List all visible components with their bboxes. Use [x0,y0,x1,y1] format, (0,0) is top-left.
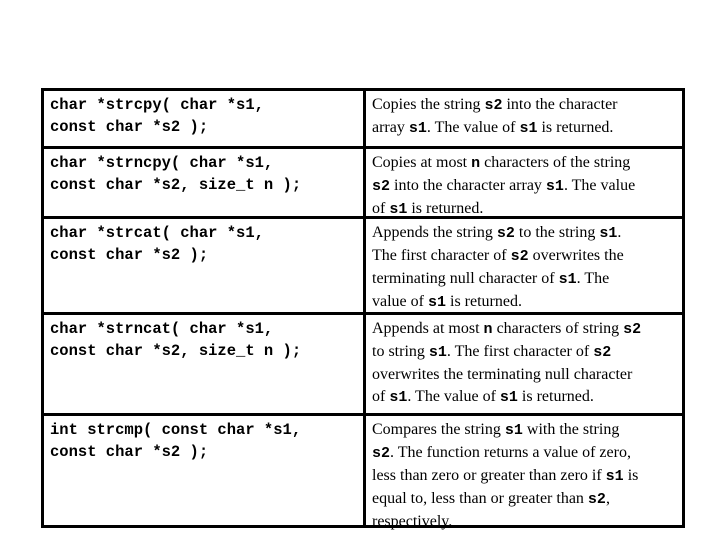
function-description: Appends the string s2 to the string s1. T… [363,219,682,312]
description-text: less than zero or greater than zero if [372,467,606,484]
description-line: array s1. The value of s1 is returned. [372,117,678,140]
description-text: Copies the string [372,96,485,113]
code-identifier: s1 [389,389,408,406]
description-text: . [617,224,622,241]
function-signature: int strcmp( const char *s1, const char *s… [50,421,302,461]
description-text: . The value of [426,119,520,136]
code-identifier: s1 [428,344,447,361]
description-line: value of s1 is returned. [372,291,678,314]
description-line: of s1. The value of s1 is returned. [372,386,678,409]
function-signature: char *strcat( char *s1, const char *s2 ); [50,224,264,264]
description-text: . The value [563,177,636,194]
description-text: respectively. [372,513,453,530]
table-row: char *strcpy( char *s1, const char *s2 );… [44,91,682,146]
code-identifier: s1 [545,178,564,195]
description-text: characters of string [492,320,624,337]
description-text: characters of the string [480,154,631,171]
function-signature: char *strncat( char *s1, const char *s2, … [50,320,302,360]
code-identifier: s1 [408,120,427,137]
function-description: Copies the string s2 into the character a… [363,91,682,146]
description-text: . The [576,270,610,287]
description-line: less than zero or greater than zero if s… [372,465,678,488]
code-identifier: s1 [504,422,523,439]
description-text: array [372,119,409,136]
description-text: of [372,200,390,217]
code-identifier: s2 [484,97,503,114]
code-identifier: s1 [605,468,624,485]
description-text: equal to, less than or greater than [372,490,588,507]
description-text: of [372,388,390,405]
function-signature: char *strcpy( char *s1, const char *s2 ); [50,96,264,136]
code-identifier: n [483,321,493,338]
description-text: is returned. [446,293,522,310]
description-text: . The value of [407,388,500,405]
description-text: terminating null character of [372,270,559,287]
code-identifier: s2 [587,491,606,508]
function-description: Compares the string s1 with the string s2… [363,416,682,530]
description-text: Copies at most [372,154,472,171]
table-row: char *strcat( char *s1, const char *s2 );… [44,216,682,312]
code-identifier: s1 [519,120,538,137]
description-text: into the character array [390,177,546,194]
code-identifier: s2 [372,178,391,195]
description-line: respectively. [372,511,678,533]
table-row: int strcmp( const char *s1, const char *s… [44,413,682,530]
description-text: overwrites the [528,247,624,264]
code-identifier: s2 [372,445,391,462]
description-text: to the string [514,224,600,241]
code-identifier: n [471,155,481,172]
description-text: is returned. [517,388,594,405]
code-identifier: s2 [510,248,529,265]
description-line: Copies at most n characters of the strin… [372,152,678,175]
description-line: The first character of s2 overwrites the [372,245,678,268]
function-description: Copies at most n characters of the strin… [363,149,682,218]
code-identifier: s1 [427,294,446,311]
description-text: is returned. [407,200,484,217]
code-identifier: s2 [623,321,642,338]
string-functions-table: char *strcpy( char *s1, const char *s2 );… [41,88,685,530]
function-description: Appends at most n characters of string s… [363,315,682,413]
description-line: s2 into the character array s1. The valu… [372,175,678,198]
description-line: to string s1. The first character of s2 [372,341,678,364]
description-text: Compares the string [372,421,505,438]
description-line: Appends the string s2 to the string s1. [372,222,678,245]
code-identifier: s1 [558,271,577,288]
description-line: Compares the string s1 with the string [372,419,678,442]
description-text: is returned. [537,119,614,136]
description-line: equal to, less than or greater than s2, [372,488,678,511]
description-text: is [623,467,639,484]
code-identifier: s2 [496,225,515,242]
description-text: to string [372,343,429,360]
description-line: s2. The function returns a value of zero… [372,442,678,465]
code-identifier: s2 [593,344,612,361]
description-text: with the string [522,421,620,438]
description-text: overwrites the terminating null characte… [372,366,633,383]
description-text: . The function returns a value of zero, [390,444,631,461]
description-line: terminating null character of s1. The [372,268,678,291]
description-line: Appends at most n characters of string s… [372,318,678,341]
function-signature: char *strncpy( char *s1, const char *s2, … [50,154,302,194]
description-line: overwrites the terminating null characte… [372,364,678,386]
description-text: Appends at most [372,320,484,337]
description-text: into the character [502,96,618,113]
table-row: char *strncpy( char *s1, const char *s2, … [44,146,682,218]
description-text: value of [372,293,428,310]
description-text: Appends the string [372,224,497,241]
description-line: Copies the string s2 into the character [372,94,678,117]
description-text: The first character of [372,247,511,264]
table-row: char *strncat( char *s1, const char *s2, … [44,312,682,413]
description-text: , [605,490,610,507]
code-identifier: s1 [599,225,618,242]
description-text: . The first character of [446,343,594,360]
code-identifier: s1 [499,389,518,406]
